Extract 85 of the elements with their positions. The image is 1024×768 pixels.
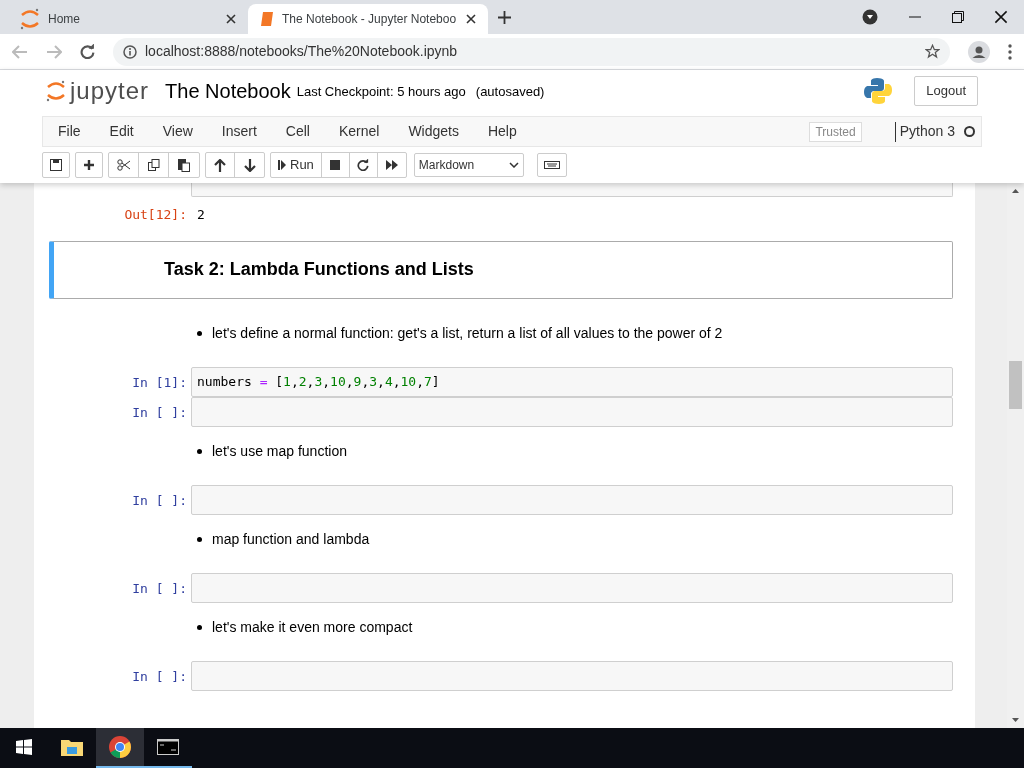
menu-item[interactable]: Kernel	[338, 121, 380, 142]
notebook-name[interactable]: The Notebook	[165, 76, 291, 106]
markdown-text: map function and lambda	[212, 530, 370, 549]
menu-item[interactable]: Insert	[221, 121, 257, 142]
tab-title: Home	[48, 11, 81, 28]
jupyter-logo-icon	[46, 80, 66, 102]
code-input[interactable]	[191, 660, 953, 691]
input-prompt: In [ ]:	[132, 579, 187, 598]
scroll-up-icon[interactable]	[1012, 189, 1019, 193]
autosave-status: (autosaved)	[475, 83, 545, 102]
trusted-indicator[interactable]: Trusted	[809, 121, 862, 142]
browser-tab[interactable]: The Notebook - Jupyter Noteboo	[248, 4, 488, 34]
menu-item[interactable]: Help	[487, 121, 517, 142]
input-prompt: In [ ]:	[132, 491, 187, 510]
url-text: localhost:8888/notebooks/The%20Notebook.ipynb	[145, 42, 459, 61]
browser-icon	[109, 736, 131, 758]
new-tab-icon[interactable]	[498, 10, 511, 24]
down-arrow-icon	[243, 158, 256, 172]
run-button[interactable]: Run	[271, 153, 322, 177]
output-prompt: Out[12]:	[124, 206, 187, 224]
code-input[interactable]	[191, 572, 953, 603]
reload-icon[interactable]	[80, 44, 95, 59]
bullet-icon	[197, 537, 202, 542]
folder-icon	[61, 738, 83, 756]
code-input[interactable]: numbers = [1,2,3,10,9,3,4,10,7]	[191, 366, 953, 397]
dropdown-icon[interactable]	[862, 9, 878, 25]
kernel-name: Python 3	[899, 122, 955, 141]
info-icon	[123, 44, 137, 59]
input-prompt: In [ ]:	[132, 667, 187, 686]
cell-type-select[interactable]: Markdown	[413, 153, 524, 177]
code-input[interactable]	[191, 183, 953, 197]
checkpoint-status: Last Checkpoint: 5 hours ago	[296, 83, 466, 102]
jupyter-logo-text[interactable]: jupyter	[70, 73, 150, 109]
save-button[interactable]	[42, 152, 70, 178]
markdown-text: let's use map function	[212, 442, 347, 461]
keyboard-icon	[543, 161, 560, 169]
tab-title: The Notebook - Jupyter Noteboo	[282, 11, 458, 28]
bullet-icon	[197, 625, 202, 630]
keyboard-button[interactable]	[536, 153, 567, 177]
input-prompt: In [ ]:	[132, 403, 187, 422]
menu-icon[interactable]	[1008, 43, 1012, 60]
menu-item[interactable]: File	[58, 121, 81, 142]
restore-icon[interactable]	[952, 11, 964, 23]
book-icon	[260, 11, 274, 27]
scissors-icon	[116, 159, 131, 171]
logout-button[interactable]: Logout	[914, 76, 978, 106]
markdown-text: let's define a normal function: get's a list, return a list of all values to the power of 2	[212, 324, 723, 343]
code-input[interactable]	[191, 484, 953, 515]
up-arrow-icon	[214, 158, 226, 172]
paste-icon	[178, 158, 190, 172]
markdown-cell[interactable]: Task 2: Lambda Functions and Lists	[49, 240, 953, 299]
close-icon[interactable]	[466, 14, 476, 24]
bullet-icon	[197, 331, 202, 336]
step-icon	[278, 160, 286, 170]
copy-icon	[147, 159, 160, 171]
code-input[interactable]	[191, 396, 953, 427]
heading: Task 2: Lambda Functions and Lists	[164, 258, 474, 281]
bullet-icon	[197, 449, 202, 454]
taskbar-button[interactable]	[96, 728, 144, 768]
address-bar[interactable]: localhost:8888/notebooks/The%20Notebook.ipynb	[113, 37, 950, 66]
menu-item[interactable]: View	[162, 121, 193, 142]
cell-output: 2	[196, 206, 206, 224]
kernel-idle-icon	[964, 126, 975, 137]
python-logo-icon	[864, 77, 893, 105]
chevron-icon	[508, 162, 519, 168]
close-icon[interactable]	[994, 10, 1008, 24]
menu-item[interactable]: Edit	[109, 121, 134, 142]
menu-item[interactable]: Cell	[285, 121, 310, 142]
scroll-down-icon[interactable]	[1012, 718, 1019, 722]
star-icon[interactable]	[925, 44, 940, 59]
insert-cell-button[interactable]	[75, 152, 103, 178]
restart-icon	[357, 159, 370, 171]
input-prompt: In [1]:	[132, 373, 187, 392]
close-icon[interactable]	[226, 14, 236, 24]
jupyter-logo-icon	[20, 8, 40, 30]
stop-icon	[330, 160, 341, 170]
scrollbar-thumb[interactable]	[1009, 361, 1022, 409]
profile-icon[interactable]	[968, 40, 990, 63]
windows-icon	[16, 739, 32, 755]
fast-forward-icon	[385, 160, 398, 170]
plus-icon	[83, 159, 95, 171]
menu-item[interactable]: Widgets	[408, 121, 459, 142]
terminal-icon	[157, 739, 179, 755]
markdown-text: let's make it even more compact	[212, 618, 413, 637]
save-icon	[50, 159, 62, 171]
